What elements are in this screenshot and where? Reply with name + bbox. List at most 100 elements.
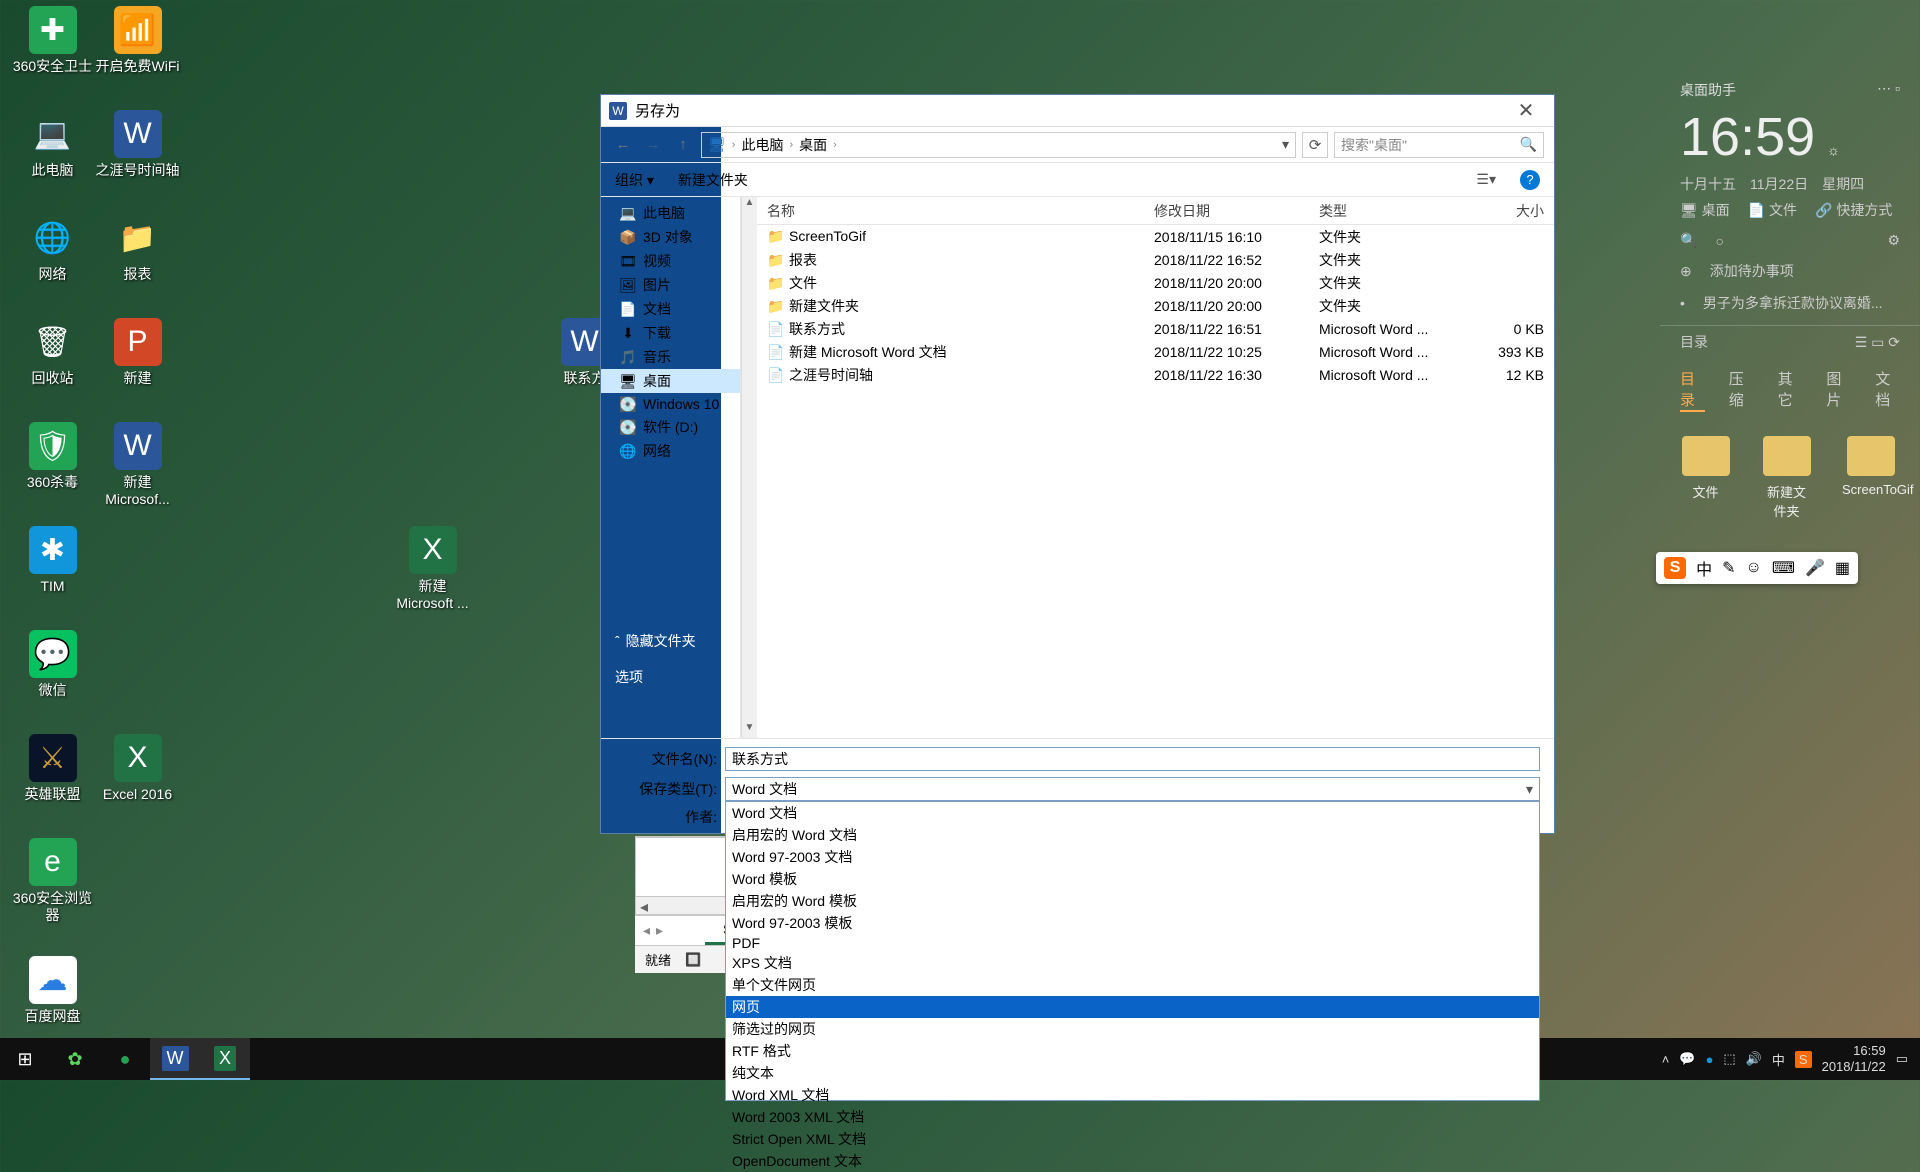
tree-node[interactable]: 🎞视频 — [601, 249, 740, 273]
tree-node[interactable]: 🌐网络 — [601, 439, 740, 463]
dropdown-option[interactable]: Word 文档 — [726, 802, 1539, 824]
sheet-nav-first[interactable]: ◂ — [643, 922, 650, 939]
desktop-icon-ppt[interactable]: P新建 — [95, 318, 180, 387]
tree-node[interactable]: 🖥桌面 — [601, 369, 740, 393]
tray-notifications-icon[interactable]: ▭ — [1896, 1051, 1908, 1067]
dropdown-option[interactable]: Strict Open XML 文档 — [726, 1128, 1539, 1150]
dropdown-option[interactable]: 启用宏的 Word 文档 — [726, 824, 1539, 846]
desktop-icon-wechat[interactable]: 💬微信 — [10, 630, 95, 699]
desktop-icon-lol[interactable]: ⚔英雄联盟 — [10, 734, 95, 803]
tree-node[interactable]: 💻此电脑 — [601, 201, 740, 225]
dropdown-option[interactable]: 筛选过的网页 — [726, 1018, 1539, 1040]
dropdown-option[interactable]: 启用宏的 Word 模板 — [726, 890, 1539, 912]
tray-volume-icon[interactable]: 🔊 — [1746, 1051, 1762, 1067]
tree-node[interactable]: 🎵音乐 — [601, 345, 740, 369]
taskbar-excel[interactable]: X — [200, 1038, 250, 1080]
tree-node[interactable]: 💽软件 (D:) — [601, 415, 740, 439]
dropdown-option[interactable]: Word 97-2003 模板 — [726, 912, 1539, 934]
widget-folder[interactable]: 新建文件夹 — [1761, 436, 1812, 520]
nav-back-button[interactable]: ← — [611, 133, 635, 157]
desktop-icon-360safe[interactable]: ✚360安全卫士 — [10, 6, 95, 75]
organize-menu[interactable]: 组织 ▾ — [615, 170, 654, 190]
dropdown-option[interactable]: Word 2003 XML 文档 — [726, 1106, 1539, 1128]
file-row[interactable]: 📄联系方式2018/11/22 16:51Microsoft Word ...0… — [757, 317, 1554, 340]
file-row[interactable]: 📁报表2018/11/22 16:52文件夹 — [757, 248, 1554, 271]
dropdown-option[interactable]: PDF — [726, 934, 1539, 952]
desktop-icon-tim[interactable]: ✱TIM — [10, 526, 95, 595]
tree-scrollbar[interactable]: ▲▼ — [741, 197, 757, 738]
dropdown-option[interactable]: RTF 格式 — [726, 1040, 1539, 1062]
start-button[interactable]: ⊞ — [0, 1038, 50, 1080]
word-icon: W — [609, 102, 627, 120]
dropdown-option[interactable]: 单个文件网页 — [726, 974, 1539, 996]
widget-tab[interactable]: 其它 — [1778, 368, 1803, 412]
sheet-nav-last[interactable]: ▸ — [656, 922, 663, 939]
dropdown-option[interactable]: 网页 — [726, 996, 1539, 1018]
save-as-dialog: ˆ隐藏文件夹 选项 W 另存为 ✕ ← → ↑ 🖥 › 此电脑 › 桌面 › ▾… — [600, 94, 1555, 834]
tree-node[interactable]: 💽Windows 10 — [601, 393, 740, 415]
file-row[interactable]: 📄新建 Microsoft Word 文档2018/11/22 10:25Mic… — [757, 340, 1554, 363]
desktop-icon-worddoc[interactable]: W之涯号时间轴 — [95, 110, 180, 179]
tray-expand[interactable]: ˄ — [1662, 1052, 1670, 1067]
desktop-icon-thispc[interactable]: 💻此电脑 — [10, 110, 95, 179]
tray-icon[interactable]: ● — [1706, 1052, 1714, 1067]
taskbar-word[interactable]: W — [150, 1038, 200, 1080]
dropdown-option[interactable]: XPS 文档 — [726, 952, 1539, 974]
tray-clock[interactable]: 16:592018/11/22 — [1822, 1043, 1886, 1074]
taskbar-app-2[interactable]: ● — [100, 1038, 150, 1080]
tray-icon[interactable]: 💬 — [1679, 1051, 1695, 1067]
file-row[interactable]: 📄之涯号时间轴2018/11/22 16:30Microsoft Word ..… — [757, 363, 1554, 386]
breadcrumb[interactable]: 🖥 › 此电脑 › 桌面 › ▾ — [701, 132, 1296, 158]
tree-node[interactable]: 📦3D 对象 — [601, 225, 740, 249]
dropdown-option[interactable]: OpenDocument 文本 — [726, 1150, 1539, 1172]
filename-input[interactable] — [725, 747, 1540, 771]
dropdown-option[interactable]: Word 模板 — [726, 868, 1539, 890]
desktop-icon-360browser[interactable]: e360安全浏览器 — [10, 838, 95, 924]
tree-node[interactable]: ⬇下载 — [601, 321, 740, 345]
widget-tab[interactable]: 压缩 — [1729, 368, 1754, 412]
file-list: 名称 修改日期 类型 大小 📁ScreenToGif2018/11/15 16:… — [757, 197, 1554, 738]
widget-tab[interactable]: 文档 — [1875, 368, 1900, 412]
desktop-icon-word2[interactable]: W新建 Microsof... — [95, 422, 180, 508]
ime-toolbar[interactable]: S 中✎☺⌨🎤▦ — [1656, 552, 1858, 584]
file-row[interactable]: 📁文件2018/11/20 20:00文件夹 — [757, 271, 1554, 294]
folder-tree: 💻此电脑📦3D 对象🎞视频🖼图片📄文档⬇下载🎵音乐🖥桌面💽Windows 10💽… — [601, 197, 741, 738]
tray-sogou-icon[interactable]: S — [1795, 1051, 1812, 1068]
tree-node[interactable]: 📄文档 — [601, 297, 740, 321]
tree-node[interactable]: 🖼图片 — [601, 273, 740, 297]
nav-up-button[interactable]: ↑ — [671, 133, 695, 157]
savetype-label: 保存类型(T): — [615, 779, 725, 799]
file-row[interactable]: 📁新建文件夹2018/11/20 20:00文件夹 — [757, 294, 1554, 317]
widget-news[interactable]: • 男子为多拿拆迁款协议离婚... — [1660, 287, 1920, 319]
widget-tab[interactable]: 目录 — [1680, 368, 1705, 412]
close-button[interactable]: ✕ — [1506, 98, 1546, 123]
file-list-header[interactable]: 名称 修改日期 类型 大小 — [757, 197, 1554, 225]
widget-folder[interactable]: ScreenToGif — [1842, 436, 1900, 520]
widget-todo[interactable]: ⊕添加待办事项 — [1660, 255, 1920, 287]
widget-tab[interactable]: 图片 — [1826, 368, 1851, 412]
desktop-icon-network[interactable]: 🌐网络 — [10, 214, 95, 283]
desktop-icon-360av[interactable]: 🛡360杀毒 — [10, 422, 95, 491]
tray-icon[interactable]: ⬚ — [1723, 1051, 1735, 1067]
desktop-icon-excel[interactable]: XExcel 2016 — [95, 734, 180, 803]
help-button[interactable]: ? — [1520, 170, 1540, 190]
desktop-icon-recycle[interactable]: 🗑回收站 — [10, 318, 95, 387]
dialog-toolbar: 组织 ▾ 新建文件夹 ☰▾ ? — [601, 163, 1554, 197]
dropdown-option[interactable]: Word XML 文档 — [726, 1084, 1539, 1106]
new-folder-button[interactable]: 新建文件夹 — [678, 170, 748, 190]
taskbar-app-1[interactable]: ✿ — [50, 1038, 100, 1080]
savetype-combo[interactable]: Word 文档 — [725, 777, 1540, 801]
desktop-icon-excelfile[interactable]: X新建 Microsoft ... — [390, 526, 475, 612]
widget-folder[interactable]: 文件 — [1680, 436, 1731, 520]
tray-ime-icon[interactable]: 中 — [1772, 1050, 1785, 1069]
dropdown-option[interactable]: Word 97-2003 文档 — [726, 846, 1539, 868]
nav-forward-button[interactable]: → — [641, 133, 665, 157]
dropdown-option[interactable]: 纯文本 — [726, 1062, 1539, 1084]
desktop-icon-folder[interactable]: 📁报表 — [95, 214, 180, 283]
desktop-icon-baidupan[interactable]: ☁百度网盘 — [10, 956, 95, 1025]
file-row[interactable]: 📁ScreenToGif2018/11/15 16:10文件夹 — [757, 225, 1554, 248]
view-options-button[interactable]: ☰▾ — [1476, 171, 1496, 188]
desktop-icon-wifi[interactable]: 📶开启免费WiFi — [95, 6, 180, 75]
refresh-button[interactable]: ⟳ — [1302, 132, 1328, 158]
search-input[interactable]: 搜索"桌面" 🔍 — [1334, 132, 1544, 158]
